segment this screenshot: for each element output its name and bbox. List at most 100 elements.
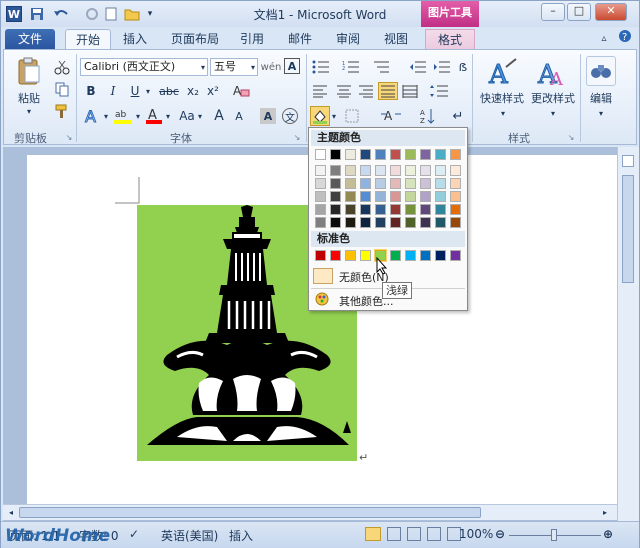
vertical-scroll-thumb[interactable] (622, 175, 634, 283)
theme-shade-swatch[interactable] (405, 178, 416, 189)
theme-shade-swatch[interactable] (330, 178, 341, 189)
theme-shade-swatch[interactable] (360, 165, 371, 176)
decrease-indent-icon[interactable] (408, 58, 428, 76)
quick-styles-icon[interactable]: A (484, 56, 520, 90)
theme-shade-swatch[interactable] (450, 191, 461, 202)
standard-color-swatch[interactable] (405, 250, 416, 261)
highlight-dropdown-icon[interactable]: ▾ (134, 108, 142, 124)
theme-shade-swatch[interactable] (450, 204, 461, 215)
enclose-characters-button[interactable]: 文 (282, 108, 298, 124)
theme-shade-swatch[interactable] (375, 165, 386, 176)
theme-shade-swatch[interactable] (435, 217, 446, 228)
editing-binoculars-icon[interactable] (586, 56, 616, 86)
underline-dropdown-icon[interactable]: ▾ (144, 82, 152, 100)
theme-shade-swatch[interactable] (345, 204, 356, 215)
insert-mode[interactable]: 插入 (229, 527, 253, 544)
multilevel-list-icon[interactable] (370, 58, 392, 76)
numbering-icon[interactable]: 12 (340, 58, 362, 76)
zoom-level[interactable]: 100% (459, 527, 493, 541)
theme-shade-swatch[interactable] (390, 165, 401, 176)
print-layout-view-icon[interactable] (365, 527, 381, 541)
theme-shade-swatch[interactable] (315, 204, 326, 215)
theme-shade-swatch[interactable] (405, 217, 416, 228)
shading-dropdown-icon[interactable]: ▾ (330, 108, 338, 124)
zoom-slider-thumb[interactable] (551, 529, 557, 541)
theme-shade-swatch[interactable] (390, 204, 401, 215)
theme-shade-swatch[interactable] (360, 204, 371, 215)
align-left-icon[interactable] (310, 82, 330, 100)
theme-shade-swatch[interactable] (315, 191, 326, 202)
font-color-icon[interactable]: A (144, 106, 164, 126)
theme-shade-swatch[interactable] (375, 204, 386, 215)
strikethrough-button[interactable]: abc (156, 82, 182, 100)
cut-icon[interactable] (52, 58, 72, 76)
paste-button[interactable]: 粘贴 (12, 90, 46, 106)
theme-shade-swatch[interactable] (420, 165, 431, 176)
font-launcher-icon[interactable]: ↘ (292, 132, 302, 142)
theme-color-swatch[interactable] (435, 149, 446, 160)
no-color-swatch[interactable] (313, 268, 333, 284)
standard-color-swatch[interactable] (330, 250, 341, 261)
theme-shade-swatch[interactable] (330, 165, 341, 176)
theme-shade-swatch[interactable] (390, 217, 401, 228)
increase-indent-icon[interactable] (432, 58, 452, 76)
theme-shade-swatch[interactable] (360, 178, 371, 189)
theme-color-swatch[interactable] (360, 149, 371, 160)
full-screen-view-icon[interactable] (387, 527, 401, 541)
standard-color-swatch[interactable] (450, 250, 461, 261)
chinese-layout-a-icon[interactable]: A (380, 106, 402, 126)
bullets-icon[interactable] (310, 58, 332, 76)
theme-color-swatch[interactable] (390, 149, 401, 160)
underline-button[interactable]: U (126, 82, 144, 100)
change-styles-icon[interactable]: AA (534, 56, 570, 90)
shading-icon[interactable] (310, 106, 330, 126)
sort-icon[interactable]: AZ (418, 106, 438, 126)
language-status[interactable]: 英语(美国) (161, 527, 218, 544)
editing-dropdown-icon[interactable]: ▾ (596, 108, 606, 118)
font-size-dropdown-icon[interactable]: ▾ (248, 59, 258, 75)
standard-color-swatch[interactable] (435, 250, 446, 261)
subscript-button[interactable]: x₂ (184, 82, 202, 100)
theme-shade-swatch[interactable] (330, 191, 341, 202)
theme-color-swatch[interactable] (330, 149, 341, 160)
grow-font-button[interactable]: A (210, 106, 228, 126)
change-case-wen-icon[interactable]: wén (261, 58, 282, 76)
change-styles-button[interactable]: 更改样式 (528, 90, 578, 106)
theme-shade-swatch[interactable] (315, 217, 326, 228)
theme-shade-swatch[interactable] (345, 217, 356, 228)
quick-styles-button[interactable]: 快速样式 (476, 90, 528, 106)
theme-color-swatch[interactable] (375, 149, 386, 160)
styles-launcher-icon[interactable]: ↘ (566, 132, 576, 142)
theme-shade-swatch[interactable] (405, 191, 416, 202)
align-center-icon[interactable] (334, 82, 354, 100)
scroll-left-icon[interactable]: ◂ (9, 508, 13, 517)
minimize-button[interactable]: – (541, 3, 565, 21)
show-marks-icon[interactable]: ↵ (450, 106, 466, 126)
distributed-icon[interactable] (400, 82, 420, 100)
change-case-dropdown-icon[interactable]: ▾ (196, 108, 204, 124)
horizontal-scrollbar[interactable]: ◂ ▸ (3, 504, 617, 520)
theme-shade-swatch[interactable] (390, 178, 401, 189)
theme-shade-swatch[interactable] (345, 165, 356, 176)
standard-color-swatch[interactable] (315, 250, 326, 261)
tab-mailings[interactable]: 邮件 (283, 29, 317, 49)
theme-shade-swatch[interactable] (405, 165, 416, 176)
tab-references[interactable]: 引用 (235, 29, 269, 49)
text-effects-icon[interactable]: A (82, 106, 102, 126)
theme-shade-swatch[interactable] (450, 165, 461, 176)
standard-color-swatch[interactable] (345, 250, 356, 261)
theme-shade-swatch[interactable] (420, 191, 431, 202)
close-button[interactable]: ✕ (595, 3, 627, 21)
editing-button[interactable]: 编辑 (584, 90, 618, 106)
justify-icon[interactable] (378, 82, 398, 100)
theme-shade-swatch[interactable] (390, 191, 401, 202)
tab-view[interactable]: 视图 (379, 29, 413, 49)
horizontal-scroll-thumb[interactable] (19, 507, 481, 518)
theme-shade-swatch[interactable] (420, 217, 431, 228)
outline-view-icon[interactable] (427, 527, 441, 541)
tab-review[interactable]: 审阅 (331, 29, 365, 49)
proofing-icon[interactable]: ✓ (129, 527, 139, 541)
maximize-button[interactable]: □ (567, 3, 591, 21)
change-styles-dropdown-icon[interactable]: ▾ (548, 108, 558, 118)
zoom-out-icon[interactable]: ⊖ (495, 527, 505, 541)
